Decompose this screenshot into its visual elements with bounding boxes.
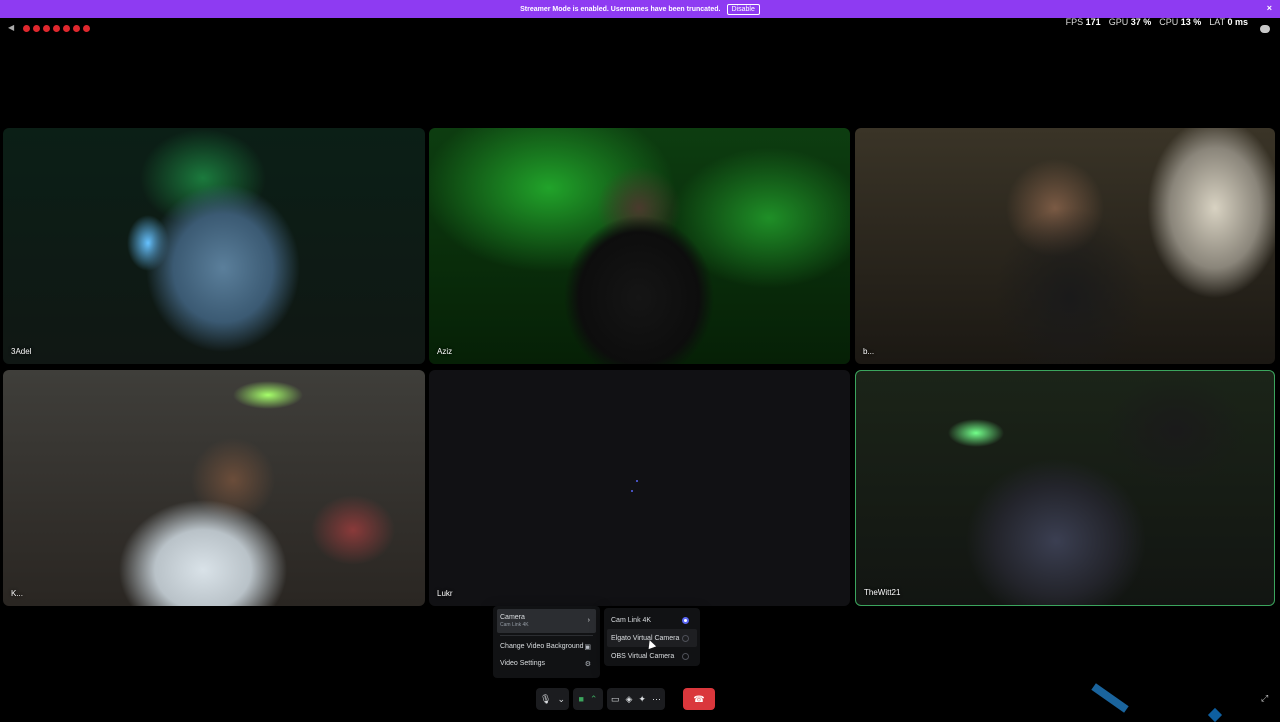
radio-icon (682, 652, 689, 660)
call-controls: 🎙 ⌄ ■ ⌃ ▭ ◈ ✦ ⋯ ☎ (536, 688, 715, 710)
radio-icon (682, 634, 689, 642)
video-tile[interactable]: K... (3, 370, 425, 606)
video-tile[interactable]: Aziz (429, 128, 850, 364)
more-icon[interactable]: ⋯ (652, 694, 661, 705)
gear-icon: ⚙ (584, 660, 591, 668)
camera-icon[interactable]: ■ (578, 694, 583, 704)
hangup-button[interactable]: ☎ (682, 688, 715, 710)
status-dot (83, 24, 90, 32)
status-dot (63, 24, 70, 32)
change-video-background-item[interactable]: Change Video Background ▣ (497, 638, 596, 655)
background-icon: ▣ (584, 643, 591, 651)
chevron-down-icon[interactable]: ⌄ (557, 694, 565, 705)
status-dot (23, 24, 30, 32)
volume-icon[interactable]: ◀ (8, 24, 16, 32)
participant-name: K... (11, 589, 24, 598)
video-tile[interactable]: 3Adel (3, 128, 425, 364)
hangup-icon: ☎ (693, 693, 705, 704)
fps-value: 171 (1085, 17, 1101, 27)
cpu-value: 13 % (1180, 17, 1202, 27)
camera-option-label: OBS Virtual Camera (611, 652, 675, 660)
lat-value: 0 ms (1227, 17, 1248, 27)
fullscreen-icon[interactable]: ⤢ (1261, 694, 1270, 703)
chat-icon[interactable] (1260, 25, 1270, 33)
participant-name: TheWitt21 (864, 588, 901, 597)
status-dot (53, 24, 60, 32)
mic-control[interactable]: 🎙 ⌄ (536, 688, 569, 710)
camera-context-menu: Camera Cam Link 4K › Change Video Backgr… (493, 606, 600, 678)
streamer-mode-banner: Streamer Mode is enabled. Usernames have… (0, 0, 1280, 18)
close-banner-icon[interactable]: × (1267, 3, 1272, 13)
menu-divider (500, 635, 593, 636)
camera-option[interactable]: Cam Link 4K (607, 611, 697, 629)
status-indicators: ◀ (8, 24, 90, 32)
camera-control[interactable]: ■ ⌃ (572, 688, 603, 710)
activity-icon[interactable]: ◈ (626, 694, 633, 705)
lat-label: LAT (1209, 17, 1225, 27)
performance-overlay: FPS 171 GPU 37 % CPU 13 % LAT 0 ms (1066, 17, 1248, 27)
participant-name: Lukr (437, 589, 453, 598)
participant-name: Aziz (437, 347, 453, 356)
disable-streamer-mode-button[interactable]: Disable (726, 3, 760, 15)
radio-selected-icon (682, 616, 689, 624)
banner-message: Streamer Mode is enabled. Usernames have… (520, 5, 721, 13)
camera-menu-item[interactable]: Camera Cam Link 4K › (497, 609, 596, 633)
video-settings-item[interactable]: Video Settings ⚙ (497, 655, 596, 672)
camera-current-device: Cam Link 4K (500, 622, 529, 628)
change-bg-label: Change Video Background (500, 643, 584, 650)
video-settings-label: Video Settings (500, 660, 546, 667)
fps-label: FPS (1065, 17, 1084, 27)
decoration-shape (1091, 683, 1129, 713)
video-tile[interactable]: b... (855, 128, 1275, 364)
chevron-right-icon: › (587, 617, 590, 624)
soundboard-icon[interactable]: ✦ (638, 694, 646, 705)
status-dot (73, 24, 80, 32)
camera-option-label: Cam Link 4K (611, 616, 652, 624)
status-dot (43, 24, 50, 32)
camera-label: Camera (500, 614, 525, 621)
camera-option-label: Elgato Virtual Camera (611, 634, 680, 642)
video-tile-speaking[interactable]: TheWitt21 (855, 370, 1275, 606)
mic-icon[interactable]: 🎙 (540, 694, 551, 705)
screenshare-icon[interactable]: ▭ (611, 694, 620, 705)
status-dot (33, 24, 40, 32)
cpu-label: CPU (1159, 17, 1179, 27)
gpu-label: GPU (1108, 17, 1129, 27)
chevron-up-icon[interactable]: ⌃ (590, 694, 598, 705)
camera-option[interactable]: OBS Virtual Camera (607, 647, 697, 665)
participant-name: 3Adel (11, 347, 32, 356)
participant-name: b... (863, 347, 875, 356)
loading-spinner (631, 480, 645, 494)
activity-controls: ▭ ◈ ✦ ⋯ (606, 688, 665, 710)
gpu-value: 37 % (1130, 17, 1152, 27)
video-tile-loading[interactable]: Lukr (429, 370, 850, 606)
camera-device-submenu: Cam Link 4K Elgato Virtual Camera OBS Vi… (604, 608, 700, 666)
